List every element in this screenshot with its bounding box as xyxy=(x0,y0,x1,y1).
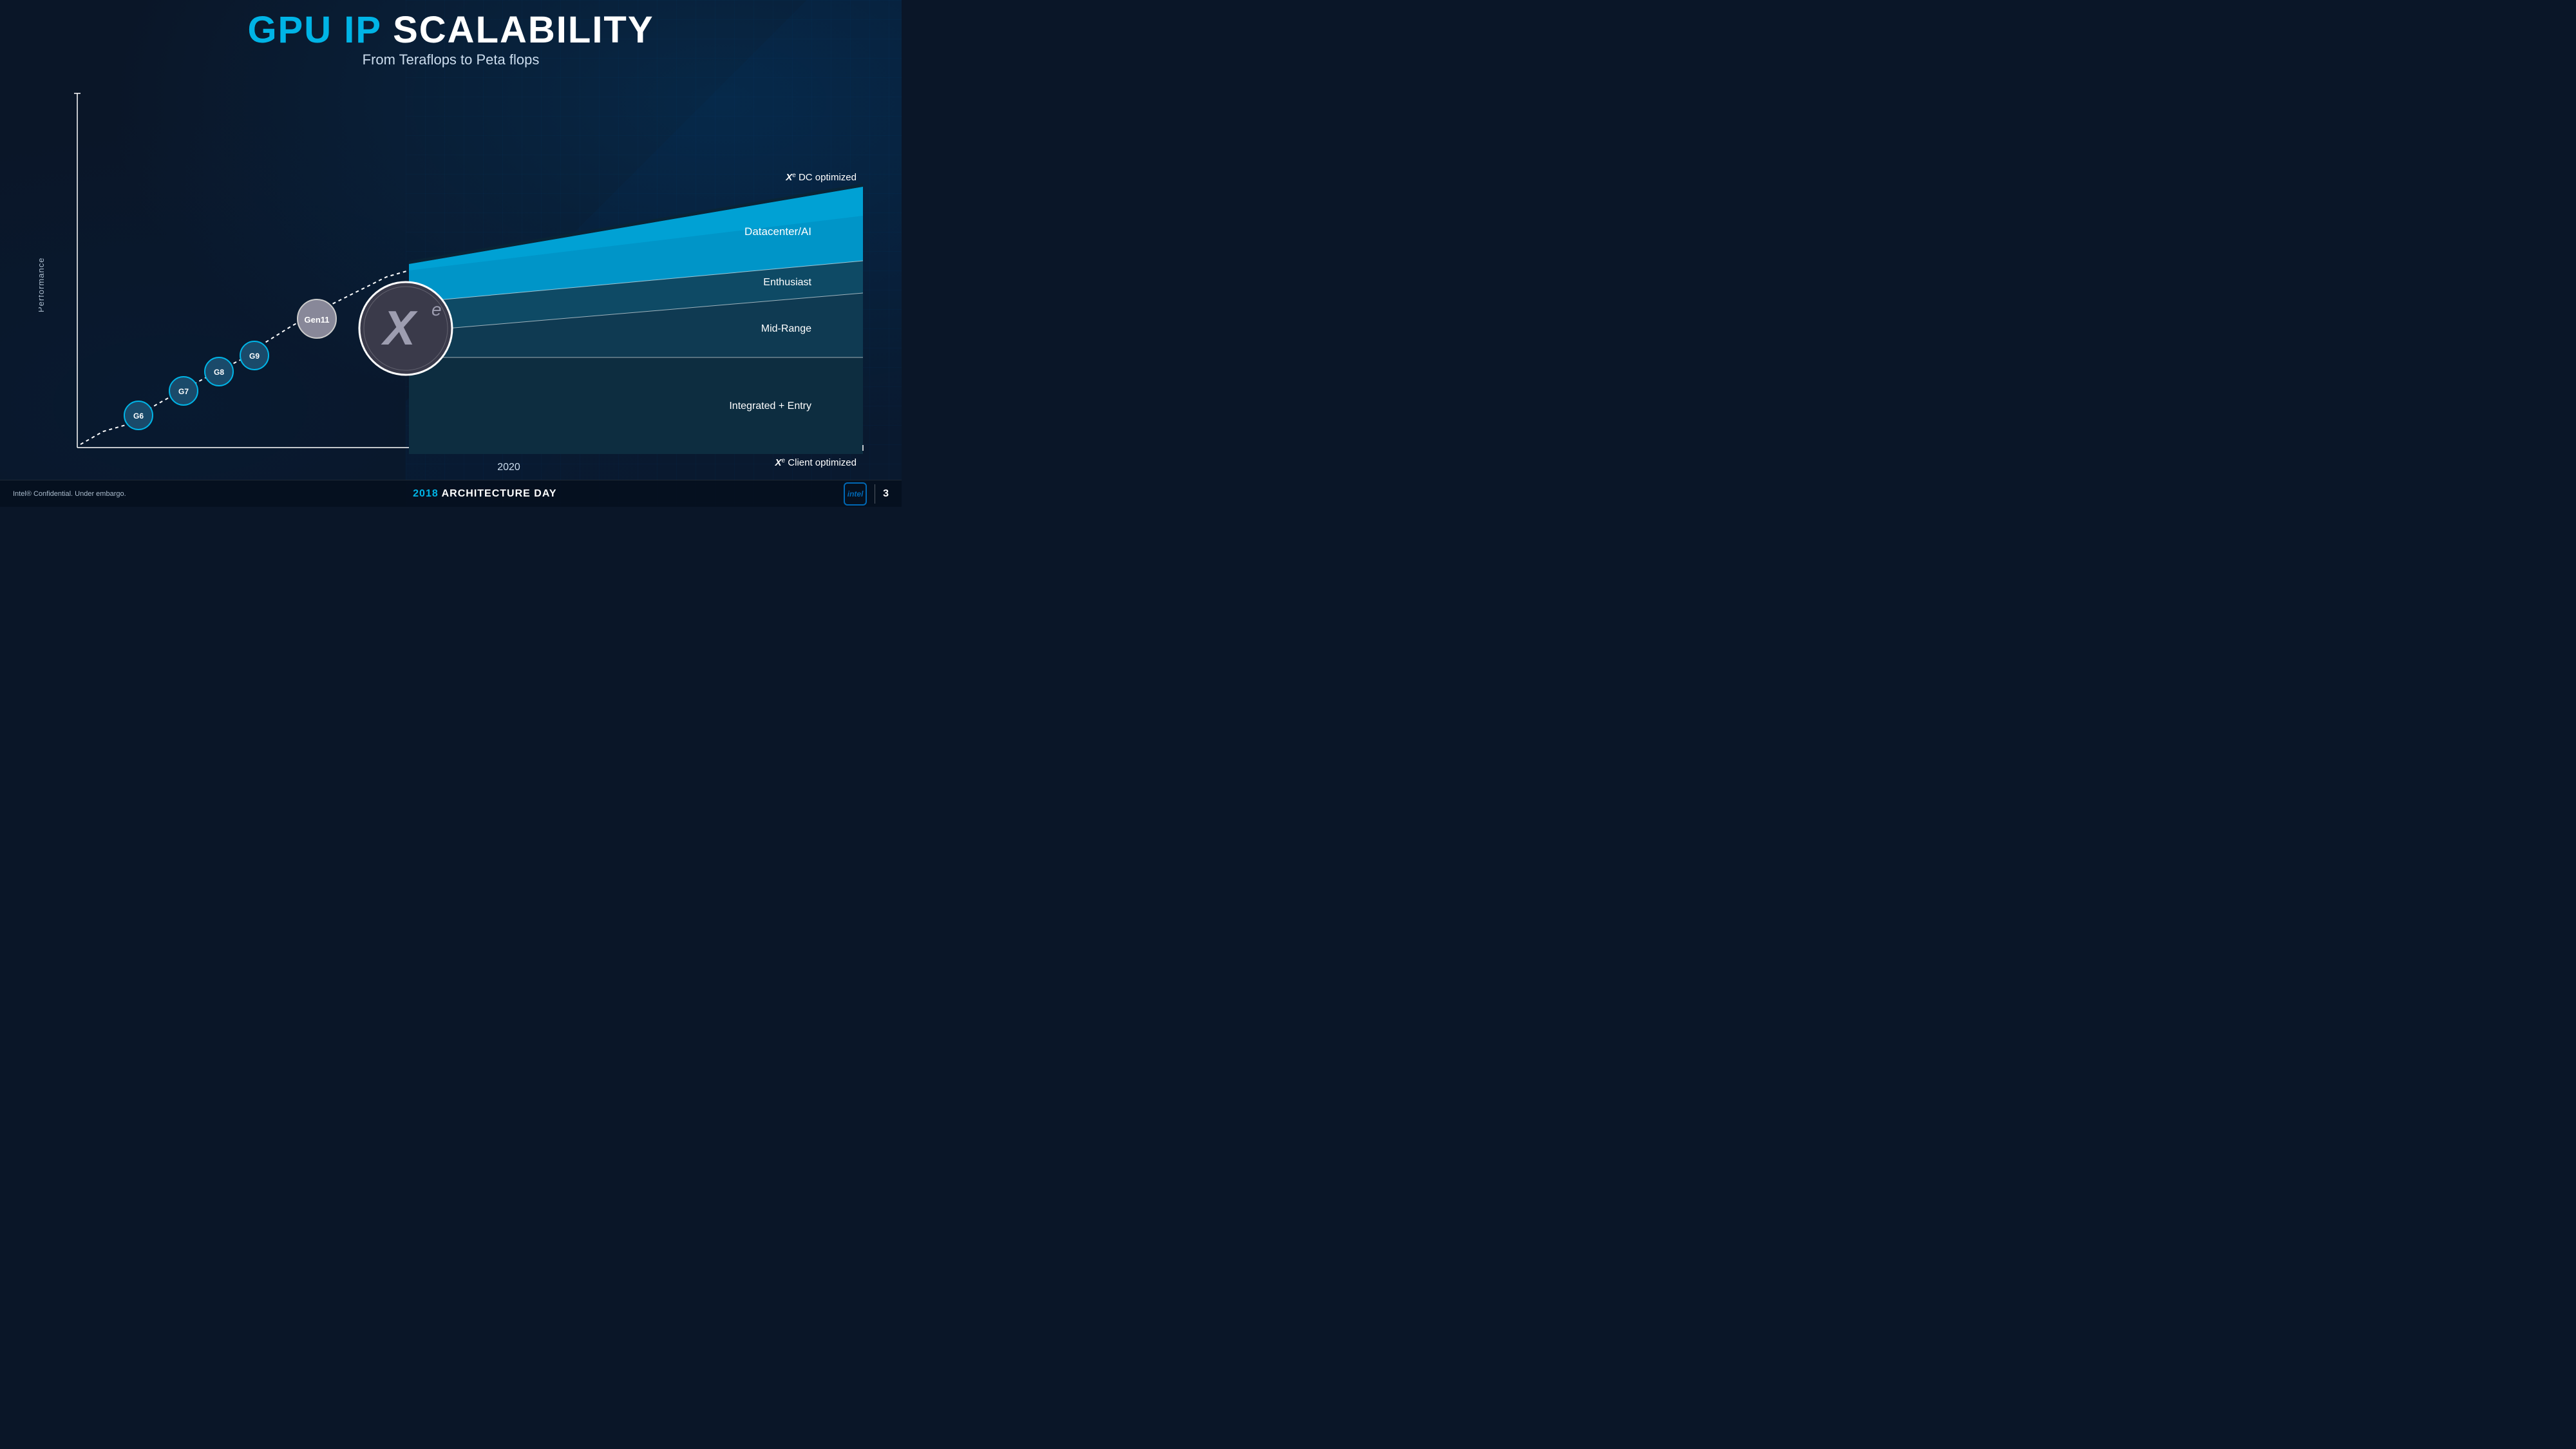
tier-integrated-label: Integrated + Entry xyxy=(729,401,811,412)
intel-logo: intel xyxy=(844,482,867,506)
xe-x-letter: X xyxy=(381,301,418,355)
footer-center: 2018 ARCHITECTURE DAY xyxy=(413,488,556,500)
xe-e-superscript: e xyxy=(431,299,442,319)
page-number: 3 xyxy=(883,488,889,500)
gen-g9-label: G9 xyxy=(249,352,260,361)
arch-day-name: ARCHITECTURE DAY xyxy=(442,488,557,499)
tier-midrange-label: Mid-Range xyxy=(761,323,811,334)
gen11-label: Gen11 xyxy=(304,315,329,325)
tier-datacenter-label: Datacenter/AI xyxy=(744,225,811,238)
chart-svg: Performance Integrated + Entry Mid-Range… xyxy=(39,74,895,486)
x-axis-label: 2020 xyxy=(497,462,520,473)
title-area: GPU IP SCALABILITY From Teraflops to Pet… xyxy=(0,0,902,68)
footer-confidential: Intel® Confidential. Under embargo. xyxy=(13,490,126,498)
client-optimized-label: Xe Client optimized xyxy=(775,457,857,468)
title-ip: IP xyxy=(332,9,381,51)
arch-day-event: 2018 ARCHITECTURE DAY xyxy=(413,488,556,500)
dc-optimized-label: Xe DC optimized xyxy=(785,172,857,183)
arch-day-year: 2018 xyxy=(413,488,439,499)
gen-g8-label: G8 xyxy=(214,368,224,377)
gen-g7-label: G7 xyxy=(178,387,189,396)
footer: Intel® Confidential. Under embargo. 2018… xyxy=(0,480,902,507)
title-scalability: SCALABILITY xyxy=(381,9,654,51)
title-gpu: GPU xyxy=(247,9,332,51)
footer-right: intel 3 xyxy=(844,482,889,506)
y-axis-label: Performance xyxy=(39,258,46,312)
slide-content: GPU IP SCALABILITY From Teraflops to Pet… xyxy=(0,0,902,507)
tier-enthusiast-label: Enthusiast xyxy=(763,277,811,288)
gen-g6-label: G6 xyxy=(133,412,144,421)
main-title: GPU IP SCALABILITY xyxy=(0,12,902,49)
subtitle: From Teraflops to Peta flops xyxy=(0,52,902,68)
intel-logo-icon: intel xyxy=(844,482,867,506)
